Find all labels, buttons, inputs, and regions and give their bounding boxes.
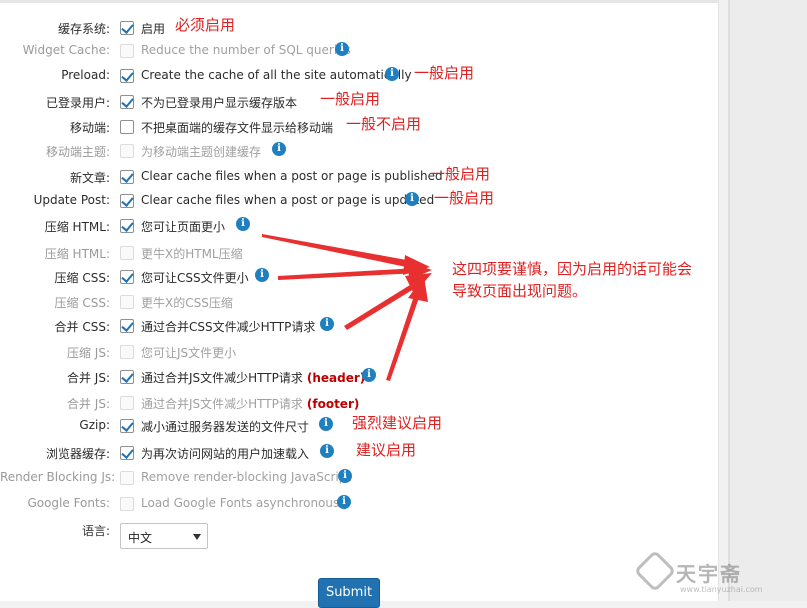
settings-panel: 缓存系统: 启用 必须启用 Widget Cache: Reduce the numbe… [0,0,719,608]
arrow-to-merge-js [386,290,421,381]
right-sidebar [728,0,807,601]
arrow-to-html [262,234,418,269]
watermark-name: 天宇斋 [676,562,742,586]
sidebar-edge [728,0,730,601]
annotation-arrows [262,234,432,381]
watermark-url: www.tianyuzhai.com [680,585,763,594]
watermark-mark-icon [633,549,677,593]
arrow-to-css [278,268,419,280]
watermark-logo: 天宇斋 www.tianyuzhai.com [633,549,786,596]
